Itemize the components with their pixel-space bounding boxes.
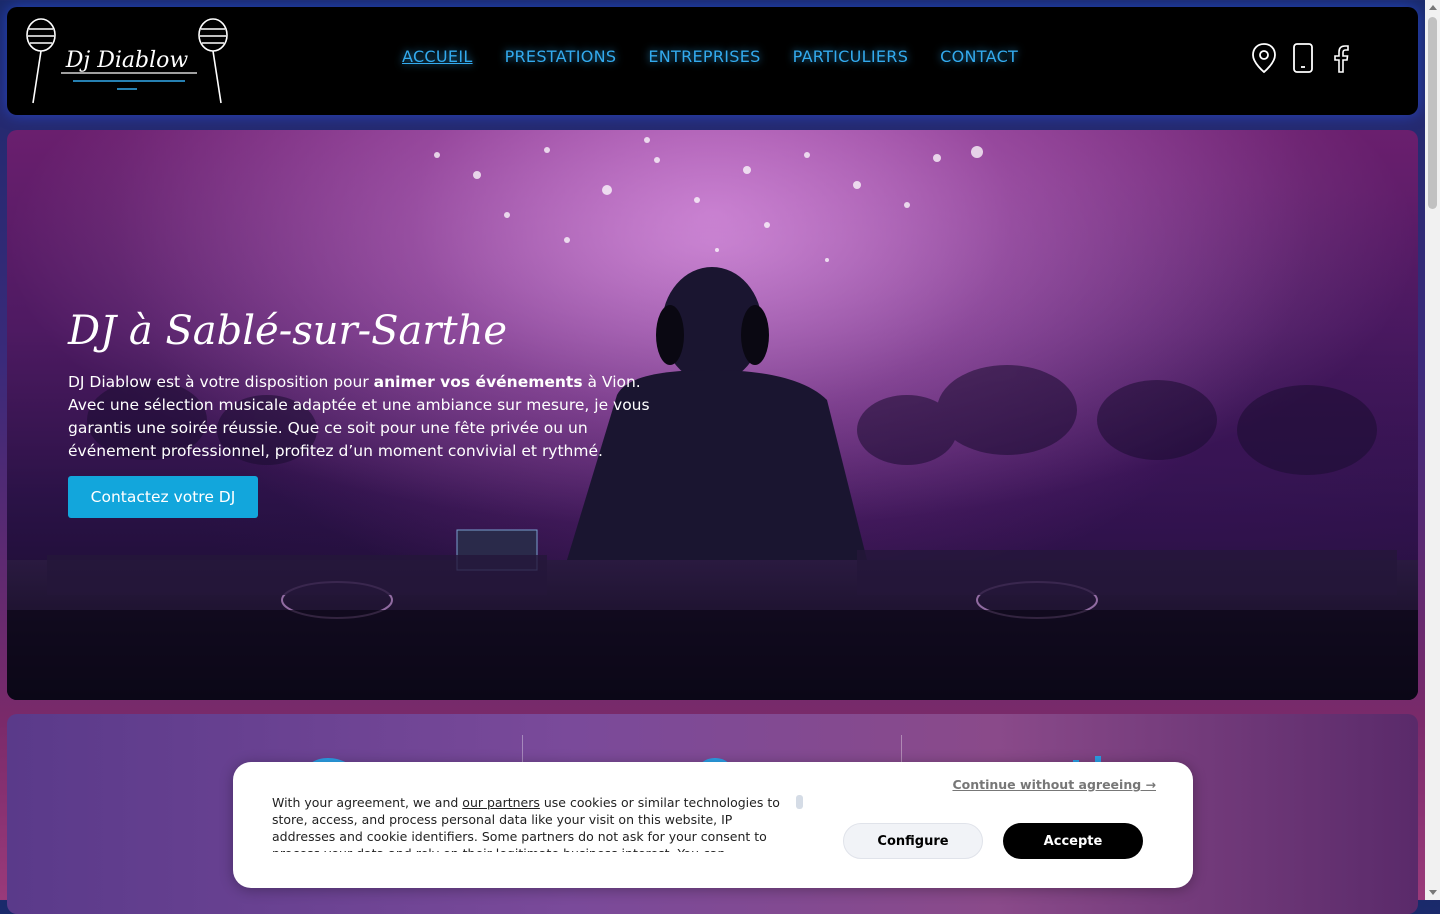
cookie-text-part1: With your agreement, we and xyxy=(272,795,463,810)
nav-prestations[interactable]: PRESTATIONS xyxy=(505,47,617,66)
nav-entreprises[interactable]: ENTREPRISES xyxy=(648,47,760,66)
phone-icon[interactable] xyxy=(1290,42,1316,74)
dj-diablow-logo[interactable]: Dj Diablow xyxy=(21,15,233,107)
site-header: Dj Diablow ACCUEIL PRESTATIONS ENTREPRIS… xyxy=(7,7,1418,115)
page-scrollbar[interactable] xyxy=(1425,0,1440,900)
scrollbar-thumb[interactable] xyxy=(1428,17,1437,209)
hero-description: DJ Diablow est à votre disposition pour … xyxy=(68,371,668,463)
scroll-up-arrow-icon[interactable] xyxy=(1429,5,1437,10)
cookie-banner: Continue without agreeing → With your ag… xyxy=(233,762,1193,888)
configure-button[interactable]: Configure xyxy=(843,823,983,859)
cookie-text-scrollbar[interactable] xyxy=(796,795,803,809)
hero-title: DJ à Sablé-sur-Sarthe xyxy=(68,308,508,354)
facebook-icon[interactable] xyxy=(1329,42,1355,74)
nav-accueil[interactable]: ACCUEIL xyxy=(402,47,473,66)
header-icons xyxy=(1251,42,1355,74)
continue-without-agreeing-link[interactable]: Continue without agreeing → xyxy=(952,777,1156,792)
nav-particuliers[interactable]: PARTICULIERS xyxy=(793,47,909,66)
hero-text-part1: DJ Diablow est à votre disposition pour xyxy=(68,373,374,391)
hero-section: DJ à Sablé-sur-Sarthe DJ Diablow est à v… xyxy=(7,130,1418,700)
hero-text-bold: animer vos événements xyxy=(373,373,583,391)
scroll-down-arrow-icon[interactable] xyxy=(1429,890,1437,895)
logo-text: Dj Diablow xyxy=(65,48,189,73)
accept-button[interactable]: Accepte xyxy=(1003,823,1143,859)
our-partners-link[interactable]: our partners xyxy=(462,795,540,810)
location-pin-icon[interactable] xyxy=(1251,42,1277,74)
contact-dj-button[interactable]: Contactez votre DJ xyxy=(68,476,258,518)
nav-contact[interactable]: CONTACT xyxy=(940,47,1018,66)
main-nav: ACCUEIL PRESTATIONS ENTREPRISES PARTICUL… xyxy=(402,47,1018,66)
cookie-text: With your agreement, we and our partners… xyxy=(272,794,792,852)
